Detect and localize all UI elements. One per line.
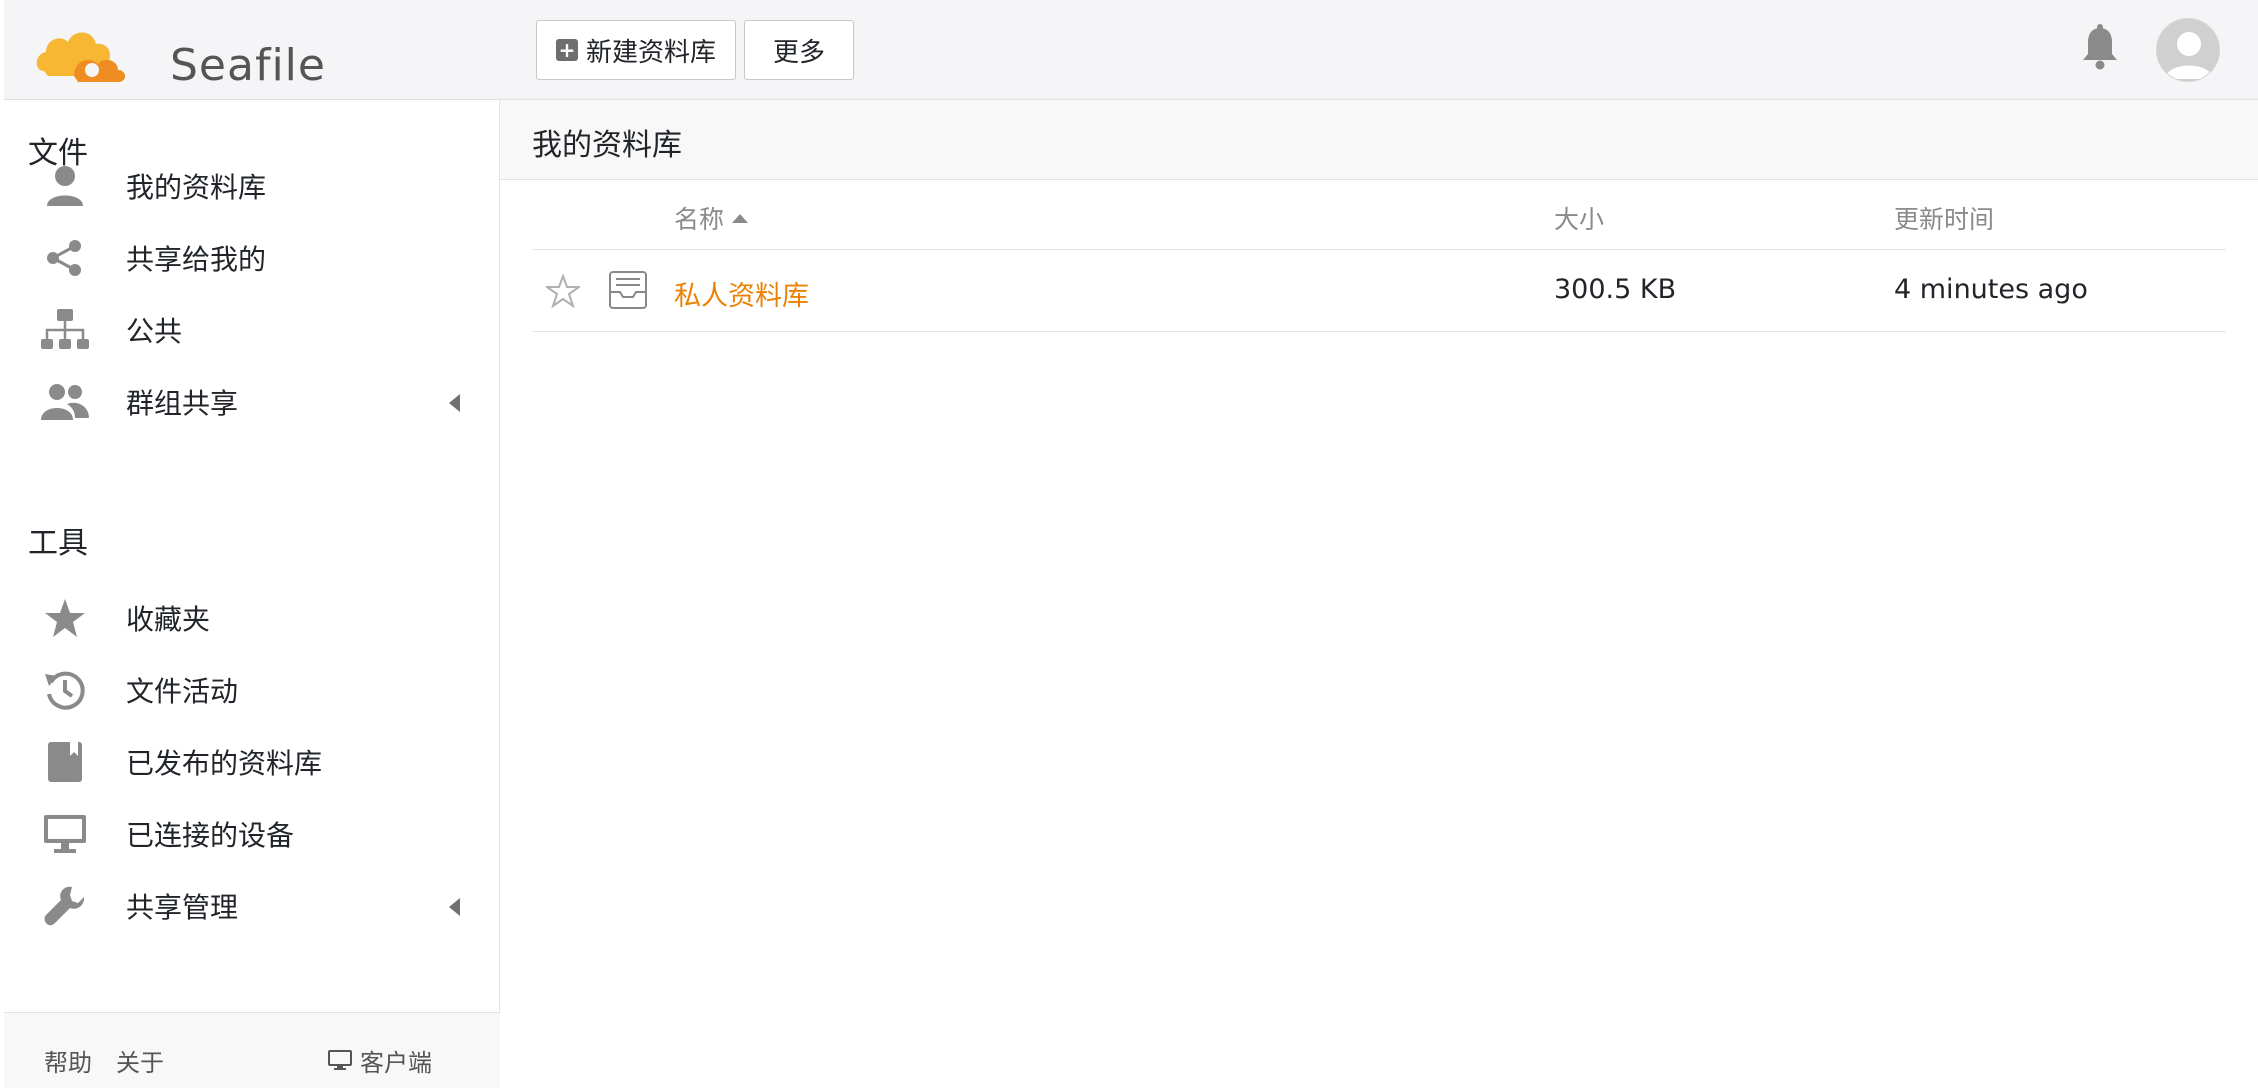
- sidebar-item-label: 我的资料库: [126, 171, 267, 204]
- column-size-header: 大小: [1554, 205, 1605, 234]
- library-updated-time: 4 minutes ago: [1894, 274, 2088, 305]
- sidebar-item-label: 共享给我的: [126, 243, 267, 276]
- sidebar-item-label: 已发布的资料库: [126, 747, 323, 780]
- book-icon: [40, 737, 90, 787]
- cloud-logo-icon: [36, 32, 126, 82]
- about-link[interactable]: 关于: [116, 1043, 164, 1078]
- desktop-icon: [328, 1049, 352, 1070]
- new-library-label: 新建资料库: [585, 37, 716, 68]
- sidebar-item-linked-devices[interactable]: 已连接的设备: [40, 806, 480, 862]
- star-icon: [40, 593, 90, 643]
- seafile-logo[interactable]: Seafile: [34, 16, 325, 91]
- column-name-label: 名称: [674, 205, 725, 234]
- sidebar-item-public[interactable]: 公共: [40, 302, 480, 358]
- sidebar-item-favorites[interactable]: 收藏夹: [40, 590, 480, 646]
- column-name-header[interactable]: 名称: [674, 200, 749, 236]
- section-title-tools: 工具: [28, 526, 88, 561]
- sidebar-item-label: 公共: [126, 315, 183, 348]
- sidebar-item-label: 文件活动: [126, 675, 239, 708]
- plus-icon: +: [555, 39, 578, 61]
- library-size: 300.5 KB: [1554, 274, 1677, 305]
- library-name-link[interactable]: 私人资料库: [674, 274, 809, 313]
- table-row[interactable]: 私人资料库 300.5 KB 4 minutes ago: [532, 250, 2226, 332]
- sidebar-item-my-libraries[interactable]: 我的资料库: [40, 158, 480, 214]
- table-header: 名称 大小 更新时间: [532, 180, 2226, 250]
- help-link[interactable]: 帮助: [44, 1043, 92, 1078]
- group-icon: [40, 377, 90, 427]
- avatar[interactable]: [2156, 18, 2220, 82]
- caret-left-icon[interactable]: [449, 898, 460, 916]
- share-icon: [40, 233, 90, 283]
- sidebar-footer: 帮助 关于 客户端: [4, 1012, 500, 1088]
- client-label: 客户端: [360, 1049, 432, 1077]
- logo-text: Seafile: [170, 40, 326, 91]
- sidebar-item-label: 共享管理: [126, 891, 239, 924]
- user-icon: [40, 161, 90, 211]
- sidebar-item-shared-with-me[interactable]: 共享给我的: [40, 230, 480, 286]
- org-chart-icon: [40, 305, 90, 355]
- sidebar-item-group-shares[interactable]: 群组共享: [40, 374, 480, 430]
- wrench-icon: [40, 881, 90, 931]
- caret-left-icon[interactable]: [449, 394, 460, 412]
- default-avatar-icon: [2157, 19, 2219, 81]
- sidebar-item-file-activities[interactable]: 文件活动: [40, 662, 480, 718]
- sidebar-item-label: 群组共享: [126, 387, 239, 420]
- monitor-icon: [40, 809, 90, 859]
- sidebar-item-label: 已连接的设备: [126, 819, 295, 852]
- history-icon: [40, 665, 90, 715]
- main-title-bar: 我的资料库: [500, 100, 2258, 180]
- top-header: Seafile + 新建资料库 更多: [4, 0, 2258, 100]
- sidebar-item-published-libraries[interactable]: 已发布的资料库: [40, 734, 480, 790]
- sort-ascending-icon: [732, 213, 749, 223]
- page-title: 我的资料库: [532, 128, 682, 163]
- sidebar: 文件 我的资料库 共享给我的 公共 群组共享 工具 收藏夹 文件活动 已发布的资…: [4, 100, 500, 1088]
- sidebar-item-share-admin[interactable]: 共享管理: [40, 878, 480, 934]
- more-label: 更多: [772, 37, 825, 68]
- more-button[interactable]: 更多: [744, 20, 854, 80]
- sidebar-item-label: 收藏夹: [126, 603, 211, 636]
- column-updated-header: 更新时间: [1894, 205, 1995, 234]
- new-library-button[interactable]: + 新建资料库: [536, 20, 736, 80]
- client-link[interactable]: 客户端: [328, 1043, 432, 1078]
- star-outline-icon[interactable]: [546, 274, 580, 308]
- bell-icon[interactable]: [2078, 24, 2122, 70]
- library-icon: [609, 271, 647, 309]
